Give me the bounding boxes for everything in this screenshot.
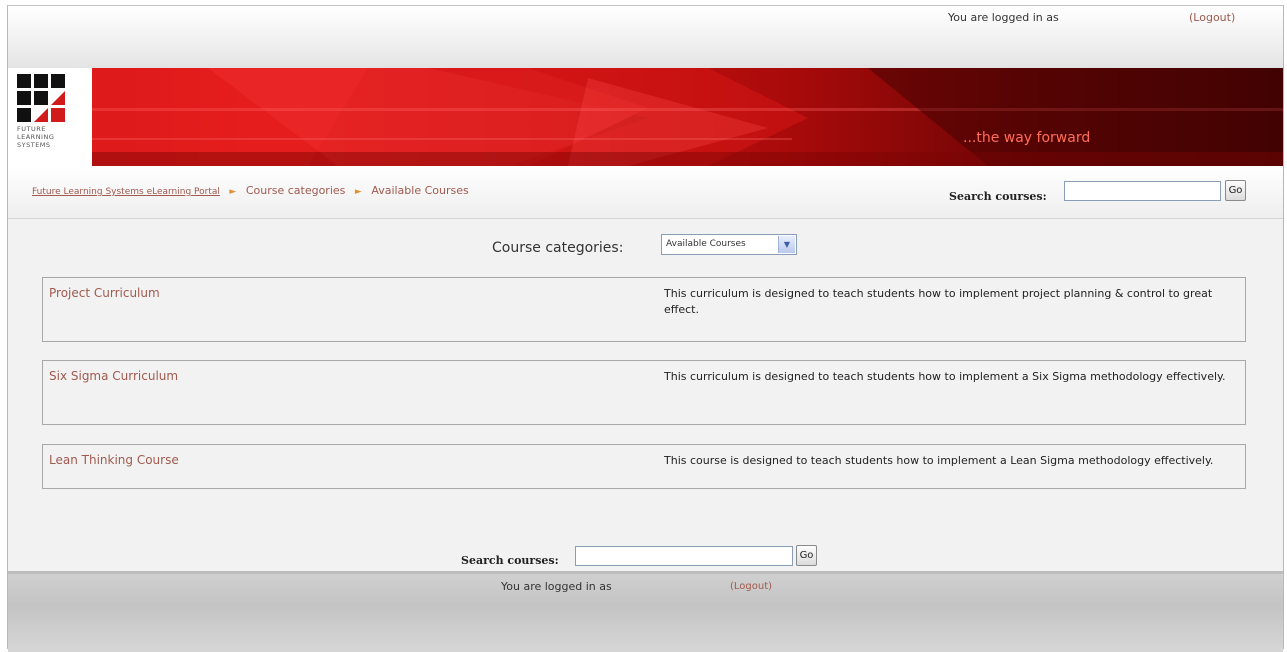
nav-bar: Future Learning Systems eLearning Portal… (8, 166, 1283, 219)
course-link-six-sigma-curriculum[interactable]: Six Sigma Curriculum (49, 369, 178, 383)
course-description: This course is designed to teach student… (664, 454, 1214, 467)
breadcrumb-course-categories-link[interactable]: Course categories (246, 184, 346, 197)
top-bar: You are logged in as (Logout) (8, 6, 1283, 68)
logo-line-2: LEARNING (17, 133, 55, 141)
page: You are logged in as (Logout) FUTURE LEA… (7, 5, 1284, 652)
logo-mark-icon (17, 74, 65, 122)
footer: You are logged in as (Logout) (8, 571, 1283, 652)
footer-logged-in-text: You are logged in as (501, 580, 612, 593)
bottom-search-input[interactable] (575, 546, 793, 566)
breadcrumb-separator-icon: ► (229, 187, 237, 197)
course-item: Lean Thinking Course This course is desi… (42, 444, 1246, 489)
course-categories-selected: Available Courses (666, 239, 746, 249)
main-content: Course categories: Available Courses ▼ P… (20, 220, 1271, 570)
banner-graphic (92, 68, 1283, 166)
search-label: Search courses: (949, 190, 1047, 203)
course-description: This curriculum is designed to teach stu… (664, 287, 1213, 316)
course-categories-label: Course categories: (492, 240, 624, 256)
logo-line-3: SYSTEMS (17, 141, 51, 149)
breadcrumb-separator-icon: ► (354, 187, 362, 197)
logo[interactable]: FUTURE LEARNING SYSTEMS (8, 68, 92, 166)
breadcrumb-home-link[interactable]: Future Learning Systems eLearning Portal (32, 187, 220, 197)
breadcrumb: Future Learning Systems eLearning Portal… (32, 184, 469, 197)
course-link-project-curriculum[interactable]: Project Curriculum (49, 286, 160, 300)
chevron-down-icon[interactable]: ▼ (778, 236, 795, 253)
course-item: Project Curriculum This curriculum is de… (42, 277, 1246, 342)
tagline: ...the way forward (963, 130, 1091, 146)
course-link-lean-thinking-course[interactable]: Lean Thinking Course (49, 453, 179, 467)
footer-logout-link[interactable]: (Logout) (730, 581, 772, 592)
course-item: Six Sigma Curriculum This curriculum is … (42, 360, 1246, 425)
course-description: This curriculum is designed to teach stu… (664, 370, 1226, 383)
bottom-search-go-button[interactable]: Go (796, 545, 817, 566)
course-categories-select[interactable]: Available Courses ▼ (661, 234, 797, 255)
logged-in-text: You are logged in as (948, 11, 1059, 24)
logo-text: FUTURE LEARNING SYSTEMS (17, 125, 54, 149)
site-banner: FUTURE LEARNING SYSTEMS ...the way forwa… (8, 68, 1283, 166)
search-go-button[interactable]: Go (1225, 180, 1246, 201)
logout-link[interactable]: (Logout) (1189, 11, 1235, 24)
logo-line-1: FUTURE (17, 125, 46, 133)
search-input[interactable] (1064, 181, 1221, 201)
bottom-search-label: Search courses: (461, 554, 559, 567)
breadcrumb-current: Available Courses (371, 184, 469, 197)
